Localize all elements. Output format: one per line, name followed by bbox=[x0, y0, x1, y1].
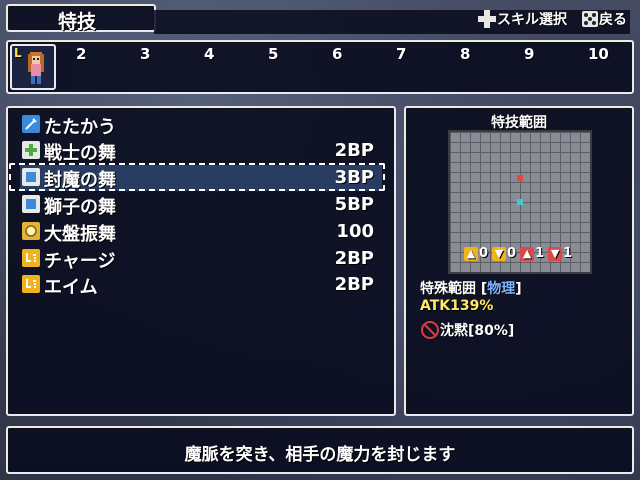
coin-icon bbox=[22, 222, 40, 240]
range-title: 特技範囲 bbox=[491, 115, 547, 131]
skill-list: たたかう 戦士の舞 2BP 封魔の舞 3BP 獅子の舞 5BP 大盤振舞 100… bbox=[6, 106, 396, 416]
silence-icon bbox=[421, 321, 439, 339]
party-slot-2[interactable]: 2 bbox=[76, 45, 86, 63]
plus-icon bbox=[22, 141, 40, 159]
sword-icon bbox=[22, 115, 40, 133]
party-slot-7[interactable]: 7 bbox=[396, 45, 406, 63]
charge-icon bbox=[22, 275, 40, 293]
title-window: 特技 bbox=[6, 4, 156, 33]
skill-row[interactable]: 大盤振舞 100 bbox=[20, 219, 382, 245]
charge-icon bbox=[22, 249, 40, 267]
leader-mark: L bbox=[14, 46, 22, 60]
skill-description: 魔脈を突き、相手の魔力を封じます bbox=[184, 445, 456, 465]
skill-row[interactable]: 戦士の舞 2BP bbox=[20, 138, 382, 164]
party-slot-8[interactable]: 8 bbox=[460, 45, 470, 63]
skill-select-hint[interactable]: スキル選択 bbox=[478, 9, 567, 29]
range-arrows: ▲ 0 ▼ 0 ▲ 1 ▼ 1 bbox=[464, 246, 572, 261]
square-icon bbox=[22, 195, 40, 213]
button-icon bbox=[582, 11, 598, 27]
special-range-label: 特殊範囲 [物理] bbox=[420, 281, 522, 297]
character-portrait-icon bbox=[28, 52, 44, 84]
atk-rate: ATK139% bbox=[420, 298, 494, 314]
selection-cursor bbox=[9, 163, 385, 191]
status-effect: 沈黙[80%] bbox=[420, 320, 514, 340]
skill-row[interactable]: エイム 2BP bbox=[20, 272, 382, 298]
party-bar: L 2 3 4 5 6 7 8 9 10 bbox=[6, 40, 634, 94]
party-slot-9[interactable]: 9 bbox=[524, 45, 534, 63]
range-cell-caster bbox=[517, 175, 523, 181]
dpad-icon bbox=[478, 10, 496, 28]
party-slot-1[interactable]: L bbox=[10, 44, 56, 90]
arrow-down-indicator: ▼ 0 bbox=[492, 246, 516, 261]
skill-range-panel: 特技範囲 ▲ 0 ▼ 0 ▲ 1 ▼ 1 特殊範囲 [物理] ATK139% 沈黙[80… bbox=[404, 106, 634, 416]
party-slot-5[interactable]: 5 bbox=[268, 45, 278, 63]
party-slot-4[interactable]: 4 bbox=[204, 45, 214, 63]
arrow-down-indicator: ▼ 1 bbox=[548, 246, 572, 261]
arrow-up-indicator: ▲ 1 bbox=[520, 246, 544, 261]
party-slot-6[interactable]: 6 bbox=[332, 45, 342, 63]
skill-row[interactable]: 獅子の舞 5BP bbox=[20, 192, 382, 218]
party-slot-10[interactable]: 10 bbox=[588, 45, 609, 63]
attack-type: 物理 bbox=[487, 281, 516, 297]
description-window: 魔脈を突き、相手の魔力を封じます bbox=[6, 426, 634, 474]
range-cell-target bbox=[517, 199, 523, 205]
skill-row[interactable]: チャージ 2BP bbox=[20, 246, 382, 272]
party-slot-3[interactable]: 3 bbox=[140, 45, 150, 63]
back-hint[interactable]: 戻る bbox=[582, 9, 627, 29]
skill-row[interactable]: たたかう bbox=[20, 112, 382, 138]
page-title: 特技 bbox=[58, 11, 97, 33]
arrow-up-indicator: ▲ 0 bbox=[464, 246, 488, 261]
